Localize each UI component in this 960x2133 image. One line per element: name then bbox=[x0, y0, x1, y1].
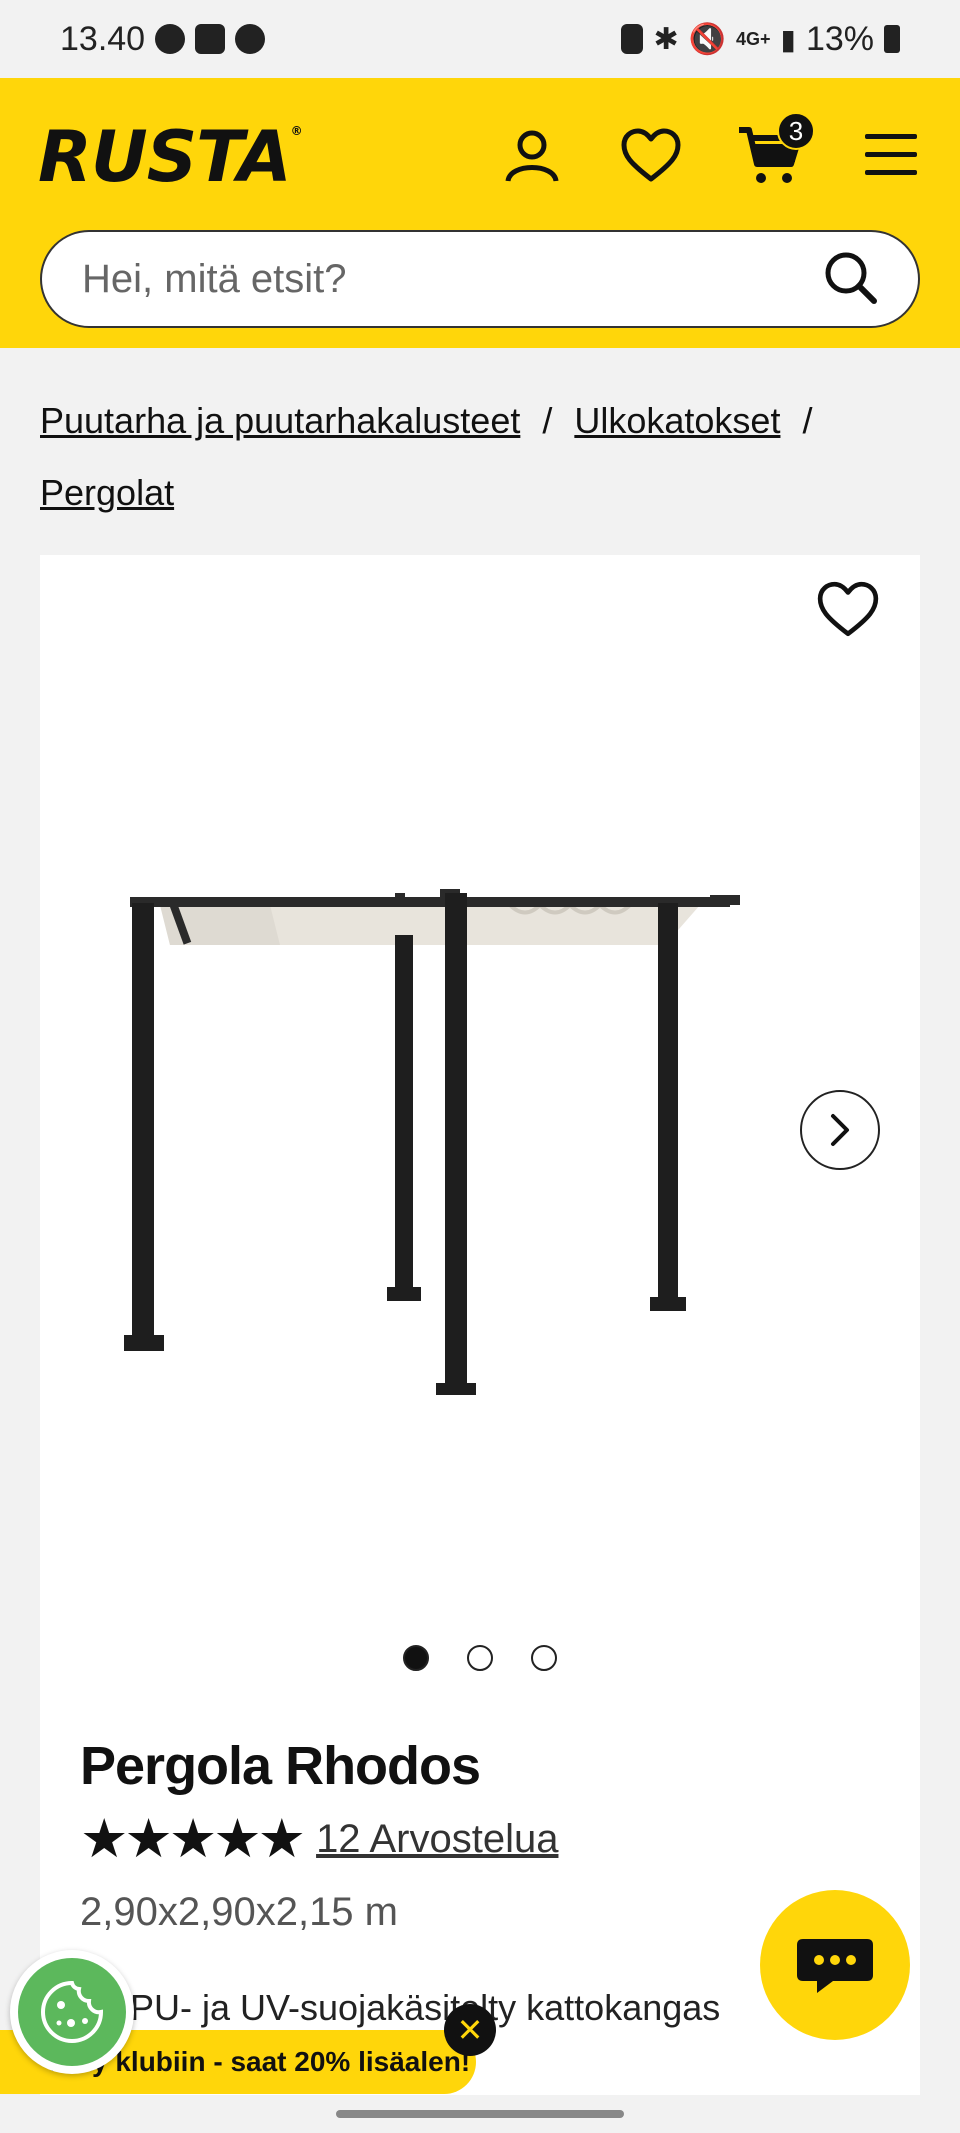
cookie-settings-button[interactable] bbox=[10, 1950, 134, 2074]
bluetooth-icon: ✱ bbox=[653, 22, 679, 56]
account-icon[interactable] bbox=[497, 120, 567, 190]
carousel-dot[interactable] bbox=[531, 1645, 557, 1671]
chat-icon bbox=[797, 1939, 873, 1993]
breadcrumb-link-pergolat[interactable]: Pergolat bbox=[40, 472, 174, 513]
heart-icon[interactable] bbox=[616, 120, 686, 190]
signal-icon: ▮ bbox=[780, 23, 796, 55]
next-image-button[interactable] bbox=[800, 1090, 880, 1170]
network-type: 4G+ bbox=[735, 28, 771, 49]
cart-icon[interactable]: 3 bbox=[735, 112, 815, 190]
status-time: 13.40 bbox=[60, 19, 146, 58]
menu-icon[interactable] bbox=[856, 120, 926, 190]
snapchat-icon bbox=[155, 24, 186, 54]
reviews-link[interactable]: 12 Arvostelua bbox=[316, 1817, 558, 1862]
product-image[interactable] bbox=[110, 875, 890, 1397]
breadcrumb: Puutarha ja puutarhakalusteet / Ulkokatoks… bbox=[40, 385, 920, 529]
breadcrumb-link-ulkokatokset[interactable]: Ulkokatokset bbox=[574, 400, 780, 441]
product-title: Pergola Rhodos bbox=[80, 1736, 481, 1796]
search-input[interactable] bbox=[82, 256, 822, 302]
promo-close-button[interactable]: ✕ bbox=[444, 2004, 496, 2056]
product-feature: PU- ja UV-suojakäsitelty kattokangas bbox=[80, 1987, 720, 2029]
feature-text: PU- ja UV-suojakäsitelty kattokangas bbox=[130, 1987, 721, 2028]
mute-icon: 🔇 bbox=[688, 22, 726, 56]
gesture-bar bbox=[336, 2110, 624, 2118]
status-bar: 13.40 ✱ 🔇 4G+ ▮ 13% bbox=[0, 0, 960, 78]
breadcrumb-link-puutarha[interactable]: Puutarha ja puutarhakalusteet bbox=[40, 400, 520, 441]
image-carousel-dots bbox=[40, 1645, 920, 1671]
rusta-logo[interactable]: RUSTA® bbox=[38, 116, 303, 198]
breadcrumb-separator: / bbox=[542, 400, 553, 441]
product-dimensions: 2,90x2,90x2,15 m bbox=[80, 1890, 398, 1934]
chevron-right-icon bbox=[831, 1114, 849, 1146]
chat-button[interactable] bbox=[760, 1890, 910, 2040]
carousel-dot[interactable] bbox=[467, 1645, 493, 1671]
search-icon[interactable] bbox=[822, 249, 878, 310]
battery-icon bbox=[884, 25, 900, 53]
breadcrumb-separator: / bbox=[802, 400, 813, 441]
nfc-icon bbox=[621, 24, 644, 54]
notification-icon bbox=[235, 24, 266, 54]
product-card: Pergola Rhodos ★★★★★ 12 Arvostelua 2,90x… bbox=[40, 555, 920, 2095]
search-bar bbox=[40, 230, 920, 328]
status-left: 13.40 bbox=[60, 19, 266, 59]
battery-level: 13% bbox=[805, 19, 874, 58]
carousel-dot[interactable] bbox=[403, 1645, 429, 1671]
favorite-heart-icon[interactable] bbox=[816, 580, 880, 644]
cookie-icon bbox=[18, 1958, 126, 2066]
product-rating: ★★★★★ 12 Arvostelua bbox=[80, 1812, 558, 1866]
cart-count-badge: 3 bbox=[777, 112, 815, 150]
status-right: ✱ 🔇 4G+ ▮ 13% bbox=[621, 20, 900, 59]
check-icon bbox=[195, 24, 226, 54]
logo-text: RUSTA bbox=[38, 116, 292, 198]
rating-stars: ★★★★★ bbox=[80, 1809, 306, 1869]
site-header: RUSTA® 3 bbox=[0, 78, 960, 348]
